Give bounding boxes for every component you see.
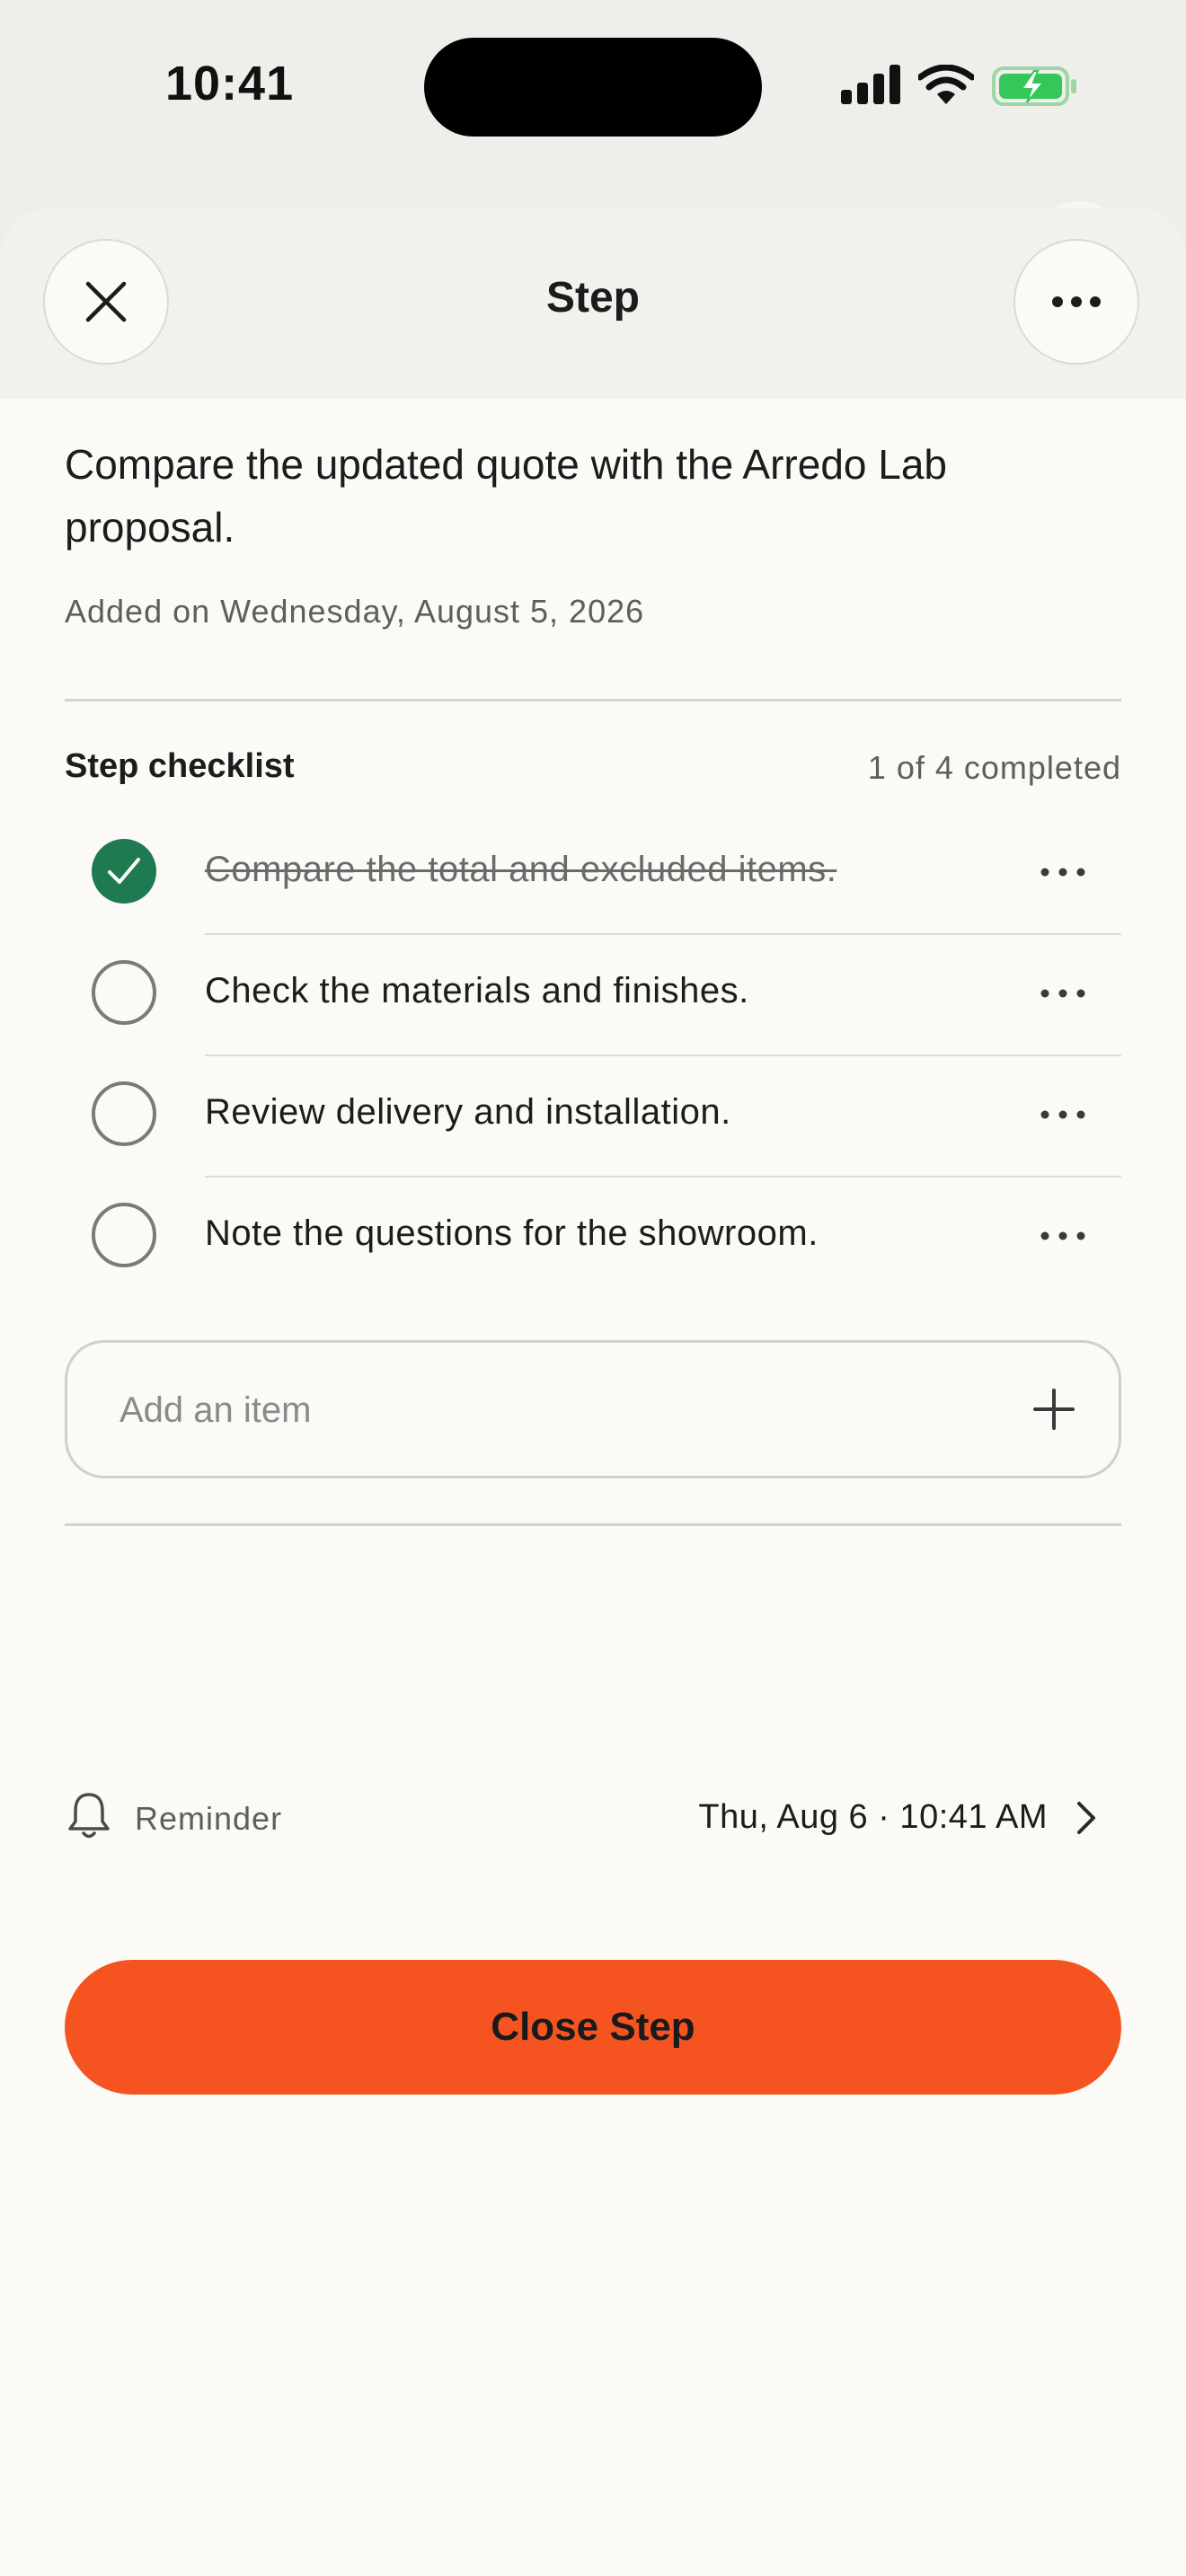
added-date: Added on Wednesday, August 5, 2026 xyxy=(65,593,645,630)
dynamic-island xyxy=(424,38,762,137)
battery-charging-icon xyxy=(992,66,1076,106)
checklist-item: Compare the total and excluded items. xyxy=(0,814,1186,935)
sheet-header: Step xyxy=(0,208,1186,399)
reminder-value: Thu, Aug 6 · 10:41 AM xyxy=(698,1798,1048,1836)
page-title: Step xyxy=(545,274,640,322)
checklist-item-label: Note the questions for the showroom. xyxy=(205,1213,819,1253)
item-more-button[interactable] xyxy=(1031,971,1094,1016)
checklist-item-label: Compare the total and excluded items. xyxy=(205,850,837,889)
item-more-button[interactable] xyxy=(1031,850,1094,895)
reminder-label: Reminder xyxy=(135,1800,283,1837)
checklist-checkbox-checked[interactable] xyxy=(92,839,156,904)
signal-icon xyxy=(841,65,900,104)
chevron-right-icon xyxy=(1077,1802,1095,1834)
checklist-item-label: Check the materials and finishes. xyxy=(205,971,749,1010)
checklist-item: Check the materials and finishes. xyxy=(0,935,1186,1056)
checklist-checkbox[interactable] xyxy=(92,1081,156,1146)
step-description: Compare the updated quote with the Arred… xyxy=(65,441,948,551)
status-time: 10:41 xyxy=(165,57,295,110)
status-bar: 10:41 xyxy=(0,0,1186,180)
add-item-input[interactable] xyxy=(118,1343,1020,1478)
checklist-item: Review delivery and installation. xyxy=(0,1056,1186,1178)
checklist-item-label: Review delivery and installation. xyxy=(205,1092,731,1132)
add-item-field[interactable] xyxy=(65,1340,1121,1478)
wifi-icon xyxy=(918,65,974,104)
checklist-title: Step checklist xyxy=(65,747,295,785)
more-icon xyxy=(1040,868,1085,877)
checklist-progress: 1 of 4 completed xyxy=(867,749,1121,786)
reminder-row[interactable]: Reminder Thu, Aug 6 · 10:41 AM xyxy=(0,1771,1186,1870)
more-icon xyxy=(1040,1110,1085,1119)
checklist-checkbox[interactable] xyxy=(92,1203,156,1267)
step-sheet: Step Compare the updated quote with the … xyxy=(0,208,1186,2576)
close-step-button[interactable]: Close Step xyxy=(65,1960,1121,2095)
more-options-button[interactable] xyxy=(1013,239,1139,365)
item-more-button[interactable] xyxy=(1031,1213,1094,1258)
check-icon xyxy=(108,858,140,884)
bell-icon xyxy=(68,1793,110,1839)
checklist-checkbox[interactable] xyxy=(92,960,156,1025)
checklist-item: Note the questions for the showroom. xyxy=(0,1178,1186,1299)
more-icon xyxy=(1052,296,1101,307)
more-icon xyxy=(1040,989,1085,998)
item-more-button[interactable] xyxy=(1031,1092,1094,1137)
plus-icon[interactable] xyxy=(1032,1388,1075,1431)
more-icon xyxy=(1040,1231,1085,1240)
divider xyxy=(65,1523,1121,1526)
divider xyxy=(65,699,1121,701)
